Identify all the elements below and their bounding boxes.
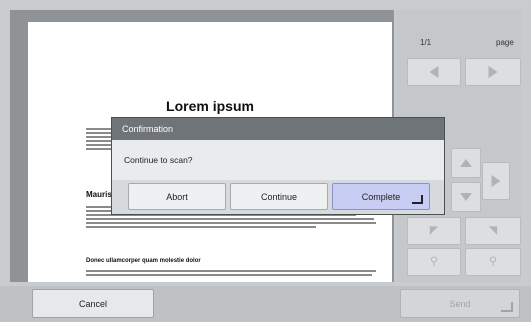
dialog-title: Confirmation (112, 118, 444, 140)
triangle-left-icon (429, 66, 439, 78)
abort-button[interactable]: Abort (128, 183, 226, 210)
zoom-in-button[interactable]: ⚲ (465, 248, 521, 276)
paragraph (86, 268, 376, 278)
page-label: page (496, 38, 514, 47)
continue-button[interactable]: Continue (230, 183, 328, 210)
rotate-left-button[interactable]: ◤ (407, 217, 461, 245)
scroll-up-button[interactable] (451, 148, 481, 178)
triangle-up-icon (460, 159, 472, 167)
rotate-right-button[interactable]: ◥ (465, 217, 521, 245)
complete-button[interactable]: Complete (332, 183, 430, 210)
document-heading: Mauris (86, 190, 112, 199)
page-count: 1/1 (420, 38, 432, 47)
triangle-right-icon (488, 66, 498, 78)
zoom-out-button[interactable]: ⚲ (407, 248, 461, 276)
rotate-right-icon: ◥ (488, 224, 498, 237)
enter-corner-icon (501, 302, 513, 312)
app-window: Lorem ipsum Mauris Donec ullamcorper qua… (0, 0, 531, 322)
scroll-down-button[interactable] (451, 182, 481, 212)
document-subheading: Donec ullamcorper quam molestie dolor (86, 258, 201, 264)
dialog-message: Continue to scan? (112, 142, 444, 178)
rotate-left-icon: ◤ (429, 224, 439, 237)
next-page-button[interactable] (465, 58, 521, 86)
magnifier-minus-icon: ⚲ (429, 255, 439, 268)
confirmation-dialog: Confirmation Continue to scan? Abort Con… (111, 117, 445, 215)
send-button[interactable]: Send (400, 289, 520, 318)
prev-page-button[interactable] (407, 58, 461, 86)
cancel-button[interactable]: Cancel (32, 289, 154, 318)
complete-label: Complete (361, 191, 401, 202)
enter-corner-icon (412, 195, 423, 204)
triangle-right-icon (491, 175, 501, 187)
document-title: Lorem ipsum (166, 98, 254, 114)
triangle-down-icon (460, 193, 472, 201)
scroll-right-button[interactable] (482, 162, 510, 200)
magnifier-plus-icon: ⚲ (488, 255, 498, 268)
dialog-button-bar: Abort Continue Complete (112, 180, 444, 214)
send-label: Send (449, 298, 471, 309)
